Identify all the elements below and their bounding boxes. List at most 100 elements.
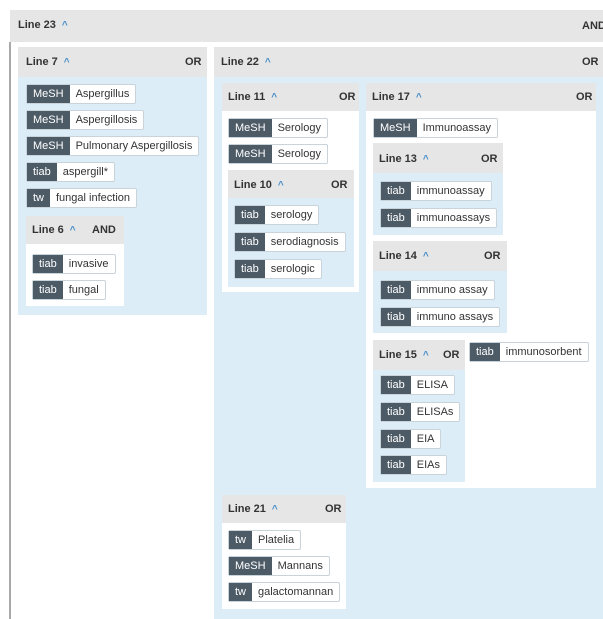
term-text: ELISAs [416, 406, 454, 418]
field-tag: MeSH [229, 145, 272, 163]
term-chip[interactable]: MeSH Serology [228, 144, 328, 164]
group-header-line-17[interactable]: Line 17 ^ [372, 91, 422, 103]
term-text: immuno assays [416, 311, 494, 323]
group-operator: OR [331, 179, 348, 191]
field-tag: tiab [381, 281, 411, 299]
term-text: Immunoassay [422, 122, 492, 134]
chevron-up-icon[interactable]: ^ [423, 251, 429, 262]
term-chip[interactable]: tw Platelia [228, 530, 302, 550]
group-header-line-7[interactable]: Line 7 ^ [26, 56, 70, 68]
term-text: immunoassays [416, 212, 491, 224]
group-operator: OR [484, 250, 501, 262]
chevron-up-icon[interactable]: ^ [423, 350, 429, 361]
term-chip[interactable]: tw galactomannan [228, 582, 341, 602]
group-label: Line 21 [228, 503, 266, 515]
term-chip[interactable]: tw fungal infection [26, 188, 137, 208]
term-chip[interactable]: tiab ELISA [380, 375, 455, 395]
group-divider [9, 42, 11, 619]
group-label: Line 23 [18, 19, 56, 31]
group-label: Line 11 [228, 91, 266, 103]
term-text: fungal infection [56, 192, 130, 204]
chevron-up-icon[interactable]: ^ [64, 57, 70, 68]
term-text: EIAs [416, 459, 440, 471]
group-header-line-13[interactable]: Line 13 ^ [379, 153, 429, 165]
term-chip[interactable]: tiab EIA [380, 429, 442, 449]
field-tag: tw [229, 531, 252, 549]
term-chip[interactable]: tiab immuno assay [380, 280, 495, 300]
chevron-up-icon[interactable]: ^ [416, 92, 422, 103]
term-chip[interactable]: tiab ELISAs [380, 402, 461, 422]
chevron-up-icon[interactable]: ^ [278, 180, 284, 191]
field-tag: MeSH [229, 119, 272, 137]
term-chip[interactable]: tiab serodiagnosis [234, 232, 346, 252]
term-text: immuno assay [416, 284, 488, 296]
field-tag: tiab [33, 281, 63, 299]
group-label: Line 7 [26, 56, 58, 68]
group-operator: OR [582, 56, 599, 68]
chevron-up-icon[interactable]: ^ [62, 20, 68, 31]
group-operator: OR [576, 91, 593, 103]
term-text: serodiagnosis [270, 236, 339, 248]
term-chip[interactable]: tiab immunosorbent [469, 342, 589, 362]
term-chip[interactable]: tiab immunoassays [380, 208, 498, 228]
term-text: Serology [277, 148, 321, 160]
term-text: serology [270, 209, 313, 221]
term-text: serologic [270, 263, 315, 275]
group-label: Line 13 [379, 153, 417, 165]
term-text: immunosorbent [505, 346, 582, 358]
term-chip[interactable]: tiab EIAs [380, 455, 447, 475]
group-header-line-10[interactable]: Line 10 ^ [234, 179, 284, 191]
term-text: Aspergillus [75, 88, 130, 100]
group-header-line-22[interactable]: Line 22 ^ [221, 56, 271, 68]
group-header-line-21[interactable]: Line 21 ^ [228, 503, 278, 515]
group-line-22 [214, 47, 603, 77]
term-chip[interactable]: MeSH Pulmonary Aspergillosis [26, 136, 200, 156]
group-line-23 [10, 10, 603, 42]
term-text: Pulmonary Aspergillosis [75, 140, 193, 152]
term-chip[interactable]: MeSH Mannans [228, 556, 330, 576]
term-chip[interactable]: MeSH Aspergillus [26, 84, 137, 104]
group-operator: OR [325, 503, 342, 515]
term-text: fungal [68, 284, 99, 296]
field-tag: tiab [235, 260, 265, 278]
term-chip[interactable]: tiab serology [234, 205, 320, 225]
group-header-line-15[interactable]: Line 15 ^ [379, 349, 429, 361]
term-text: immunoassay [416, 185, 485, 197]
term-chip[interactable]: tiab fungal [32, 280, 106, 300]
group-header-line-23[interactable]: Line 23 ^ [18, 19, 68, 31]
group-header-line-11[interactable]: Line 11 ^ [228, 91, 277, 103]
field-tag: tiab [381, 456, 411, 474]
field-tag: tw [229, 583, 252, 601]
term-text: Platelia [258, 534, 295, 546]
group-operator: OR [443, 349, 460, 361]
group-label: Line 6 [32, 224, 64, 236]
term-chip[interactable]: MeSH Aspergillosis [26, 110, 145, 130]
group-label: Line 15 [379, 349, 417, 361]
term-chip[interactable]: tiab aspergill* [26, 162, 115, 182]
group-operator: AND [92, 224, 116, 236]
term-chip[interactable]: MeSH Immunoassay [373, 118, 499, 138]
field-tag: MeSH [229, 557, 272, 575]
chevron-up-icon[interactable]: ^ [272, 504, 278, 515]
term-chip[interactable]: MeSH Serology [228, 118, 328, 138]
term-text: Mannans [277, 560, 323, 572]
field-tag: MeSH [27, 85, 70, 103]
chevron-up-icon[interactable]: ^ [265, 57, 271, 68]
group-header-line-14[interactable]: Line 14 ^ [379, 250, 429, 262]
term-text: Serology [277, 122, 321, 134]
field-tag: tiab [381, 182, 411, 200]
chevron-up-icon[interactable]: ^ [70, 225, 76, 236]
field-tag: MeSH [27, 137, 70, 155]
term-chip[interactable]: tiab immuno assays [380, 307, 501, 327]
group-operator: OR [481, 153, 498, 165]
field-tag: tiab [381, 376, 411, 394]
field-tag: tiab [381, 430, 411, 448]
term-chip[interactable]: tiab immunoassay [380, 181, 492, 201]
field-tag: tiab [235, 233, 265, 251]
term-chip[interactable]: tiab serologic [234, 259, 322, 279]
term-chip[interactable]: tiab invasive [32, 254, 116, 274]
group-header-line-6[interactable]: Line 6 ^ [32, 224, 76, 236]
chevron-up-icon[interactable]: ^ [271, 92, 277, 103]
field-tag: MeSH [27, 111, 70, 129]
chevron-up-icon[interactable]: ^ [423, 154, 429, 165]
